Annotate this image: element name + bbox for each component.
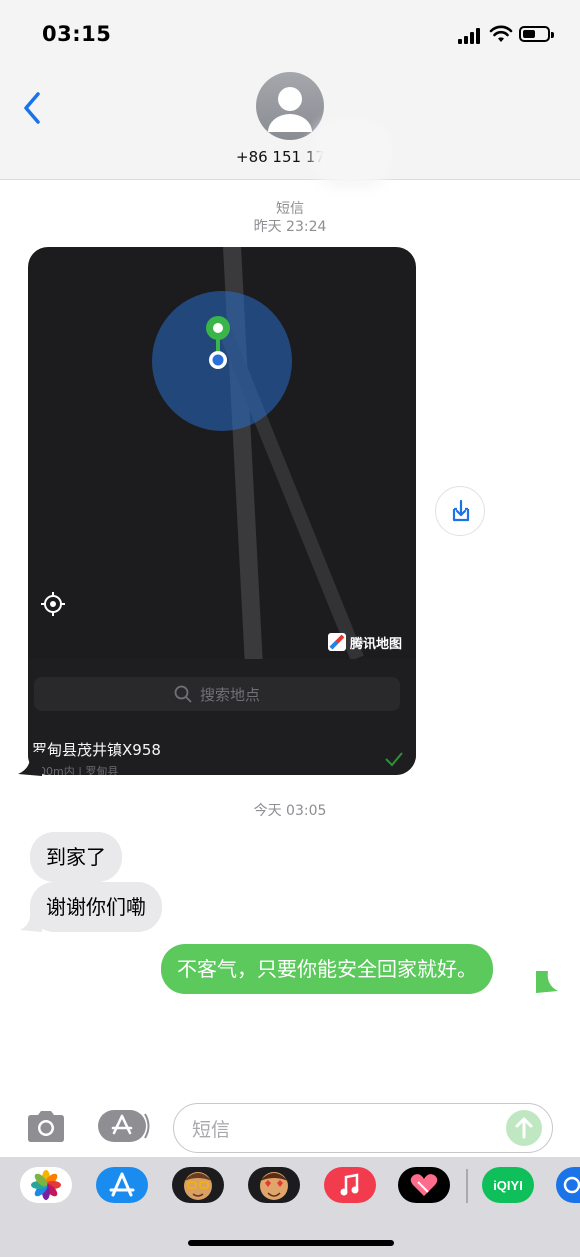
more-apps-icon[interactable]	[556, 1167, 580, 1203]
heart-app-icon[interactable]	[398, 1167, 450, 1203]
status-time: 03:15	[42, 22, 112, 46]
location-subtitle: 100m内 | 罗甸县	[32, 765, 119, 775]
incoming-message[interactable]: 到家了	[30, 832, 122, 882]
conversation-header: 03:15 +86 151 1788	[0, 0, 580, 188]
service-label: 短信	[276, 201, 304, 217]
map-search-bar[interactable]: 搜索地点	[34, 677, 400, 711]
bubble-tail	[20, 910, 42, 932]
wifi-icon	[489, 25, 513, 42]
send-button[interactable]	[506, 1110, 542, 1146]
download-icon	[452, 499, 470, 522]
arrow-up-icon	[515, 1117, 533, 1139]
timestamp: 今天 03:05	[253, 803, 327, 819]
music-app-icon[interactable]	[324, 1167, 376, 1203]
timestamp: 昨天 23:24	[253, 219, 327, 235]
tencent-map-logo-icon	[328, 633, 346, 651]
app-store-app-icon[interactable]	[96, 1167, 148, 1203]
incoming-message[interactable]: 谢谢你们嘞	[30, 882, 162, 932]
bubble-tail	[18, 752, 42, 776]
back-chevron-icon[interactable]	[18, 88, 48, 128]
person-icon	[268, 87, 312, 132]
home-indicator[interactable]	[188, 1240, 394, 1246]
checkmark-icon	[385, 752, 403, 767]
tencent-map-logo: 腾讯地图	[328, 631, 402, 653]
memoji-app-icon[interactable]	[172, 1167, 224, 1203]
outgoing-message[interactable]: 不客气，只要你能安全回家就好。	[161, 944, 493, 994]
iqiyi-label: iQIYI	[493, 1177, 523, 1193]
cellular-signal-icon	[458, 28, 484, 44]
locate-me-icon[interactable]	[36, 587, 70, 621]
location-map-card[interactable]: 腾讯地图 搜索地点 罗甸县茂井镇X958 100m内 | 罗甸县	[28, 247, 416, 775]
camera-icon[interactable]	[24, 1106, 68, 1146]
redaction-blur	[312, 118, 392, 188]
map-search-placeholder: 搜索地点	[199, 685, 260, 704]
memoji-stickers-app-icon[interactable]	[248, 1167, 300, 1203]
iqiyi-app-icon[interactable]: iQIYI	[482, 1167, 534, 1203]
drawer-divider	[466, 1169, 468, 1203]
battery-icon	[519, 26, 554, 42]
message-input[interactable]: 短信	[173, 1103, 553, 1153]
app-store-icon[interactable]	[96, 1106, 150, 1146]
contact-avatar[interactable]	[256, 72, 324, 140]
bubble-tail	[536, 971, 558, 993]
map-info-panel: 搜索地点 罗甸县茂井镇X958 100m内 | 罗甸县	[28, 659, 416, 775]
tencent-map-label: 腾讯地图	[350, 636, 403, 652]
location-title: 罗甸县茂井镇X958	[32, 741, 161, 759]
photos-app-icon[interactable]	[20, 1167, 72, 1203]
contact-number[interactable]: +86 151 1788	[0, 148, 580, 166]
location-pin-icon	[206, 316, 230, 369]
search-icon	[174, 685, 192, 703]
save-attachment-button[interactable]	[435, 486, 485, 536]
